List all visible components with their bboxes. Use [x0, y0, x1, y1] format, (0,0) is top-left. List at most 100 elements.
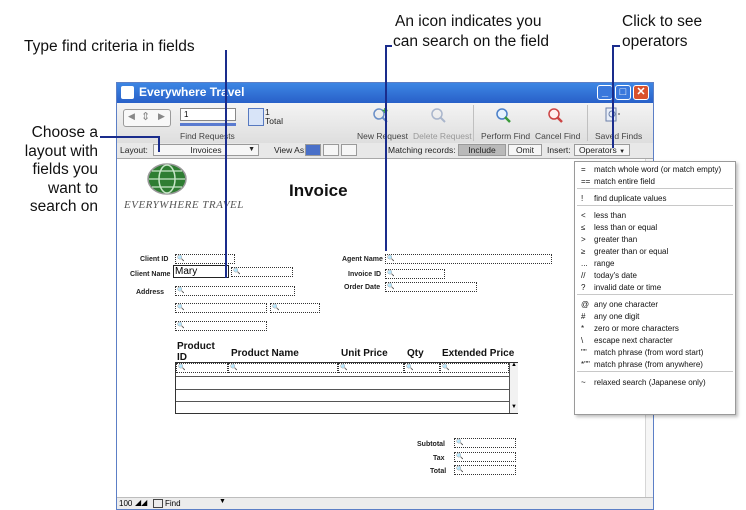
menu-separator: [577, 205, 733, 206]
status-bar: 100 ◢◢ Find ▼: [117, 497, 653, 509]
view-form-icon[interactable]: [305, 144, 321, 156]
callout-type-criteria: Type find criteria in fields: [24, 38, 195, 55]
record-slider[interactable]: [180, 123, 236, 126]
insert-label: Insert:: [547, 145, 571, 155]
operator-symbol: ?: [581, 283, 586, 292]
mode-label[interactable]: Find: [165, 499, 181, 508]
window-title: Everywhere Travel: [139, 85, 245, 99]
toolbar-divider: [473, 105, 474, 141]
operator-menu-item[interactable]: # any one digit: [581, 312, 639, 321]
next-icon[interactable]: ▶: [158, 111, 165, 122]
matching-records-label: Matching records:: [388, 145, 456, 155]
portal-product-name-field[interactable]: [228, 363, 338, 373]
status-toolbar-toggle-icon[interactable]: [153, 499, 163, 508]
include-button[interactable]: Include: [458, 144, 506, 156]
operator-menu-item[interactable]: = match whole word (or match empty): [581, 165, 721, 174]
view-table-icon[interactable]: [341, 144, 357, 156]
record-number-input[interactable]: 1: [180, 108, 236, 121]
operator-menu-item[interactable]: *"" match phrase (from anywhere): [581, 360, 703, 369]
callout-click-line1: Click to see: [622, 13, 703, 30]
operator-menu-item[interactable]: * zero or more characters: [581, 324, 679, 333]
operator-symbol: "": [581, 348, 587, 357]
operator-menu-item[interactable]: ~ relaxed search (Japanese only): [581, 378, 706, 387]
portal-extended-price-field[interactable]: [440, 363, 509, 373]
total-field[interactable]: [454, 465, 516, 475]
operator-symbol: ~: [581, 378, 586, 387]
delete-request-button[interactable]: Delete Request: [413, 131, 472, 141]
operator-menu-item[interactable]: ! find duplicate values: [581, 194, 667, 203]
client-name-field-2[interactable]: [231, 267, 293, 277]
column-qty: Qty: [407, 348, 424, 359]
client-name-input[interactable]: Mary: [173, 265, 229, 278]
operator-menu-item[interactable]: ≥ greater than or equal: [581, 247, 668, 256]
callout-layout-line4: want to: [48, 179, 98, 197]
layout-dropdown[interactable]: Invoices ▼: [153, 144, 259, 156]
view-list-icon[interactable]: [323, 144, 339, 156]
tax-label: Tax: [433, 455, 445, 462]
callout-line-layout-drop: [158, 136, 160, 152]
delete-request-icon[interactable]: [430, 107, 448, 123]
operator-menu-item[interactable]: ≤ less than or equal: [581, 223, 657, 232]
saved-finds-button[interactable]: Saved Finds: [595, 131, 642, 141]
menu-separator: [577, 371, 733, 372]
new-request-icon[interactable]: [372, 107, 390, 123]
operator-menu-item[interactable]: < less than: [581, 211, 626, 220]
callout-line-operators: [612, 45, 614, 148]
subtotal-field[interactable]: [454, 438, 516, 448]
layout-label: Layout:: [120, 145, 148, 155]
subtotal-label: Subtotal: [417, 441, 445, 448]
chevron-down-icon[interactable]: ▼: [219, 498, 226, 505]
address-field-3[interactable]: [270, 303, 320, 313]
total-label: Total: [430, 468, 447, 475]
zoom-icon[interactable]: ◢◢: [135, 498, 147, 507]
new-request-button[interactable]: New Request: [357, 131, 408, 141]
operator-menu-item[interactable]: ... range: [581, 259, 614, 268]
perform-find-icon[interactable]: [495, 107, 513, 123]
agent-name-field[interactable]: [385, 254, 552, 264]
operator-menu-item[interactable]: == match entire field: [581, 177, 655, 186]
operator-menu-item[interactable]: ? invalid date or time: [581, 283, 661, 292]
operator-menu-item[interactable]: // today's date: [581, 271, 637, 280]
operator-menu-item[interactable]: "" match phrase (from word start): [581, 348, 703, 357]
portal-product-id-field[interactable]: [176, 363, 228, 373]
tax-field[interactable]: [454, 452, 516, 462]
operator-description: less than or equal: [594, 223, 658, 232]
address-field-4[interactable]: [175, 321, 267, 331]
operator-symbol: !: [581, 194, 584, 203]
scroll-down-icon[interactable]: ▼: [511, 404, 517, 410]
portal-unit-price-field[interactable]: [338, 363, 404, 373]
client-name-label: Client Name: [130, 271, 171, 278]
operators-button[interactable]: Operators ▼: [574, 144, 630, 156]
portal-scrollbar[interactable]: ▲ ▼: [509, 362, 518, 413]
operator-symbol: ≥: [581, 247, 586, 256]
operator-menu-item[interactable]: > greater than: [581, 235, 637, 244]
omit-button[interactable]: Omit: [508, 144, 542, 156]
cancel-find-icon[interactable]: [547, 107, 565, 123]
close-button[interactable]: ✕: [633, 85, 649, 100]
prev-icon[interactable]: ◀: [128, 111, 135, 122]
minimize-button[interactable]: _: [597, 85, 613, 100]
zoom-level[interactable]: 100: [119, 499, 132, 508]
callout-layout-line1: Choose a: [31, 124, 98, 141]
address-field-1[interactable]: [175, 286, 295, 296]
operator-menu-item[interactable]: \ escape next character: [581, 336, 673, 345]
app-icon: [121, 86, 134, 99]
layout-dropdown-value: Invoices: [190, 145, 222, 155]
callout-layout: Choose a layout with fields you want to …: [8, 124, 98, 217]
invoice-heading: Invoice: [289, 181, 348, 200]
invoice-id-field[interactable]: [385, 269, 445, 279]
order-date-field[interactable]: [385, 282, 477, 292]
operator-description: invalid date or time: [594, 283, 662, 292]
book-navigator[interactable]: ◀ ⇕ ▶: [123, 109, 171, 127]
address-field-2[interactable]: [175, 303, 267, 313]
portal-row-divider: [176, 401, 509, 402]
scroll-up-icon[interactable]: ▲: [511, 362, 517, 368]
menu-separator: [577, 188, 733, 189]
operator-menu-item[interactable]: @ any one character: [581, 300, 658, 309]
cancel-find-button[interactable]: Cancel Find: [535, 131, 580, 141]
callout-line-operators-hook: [612, 45, 620, 47]
perform-find-button[interactable]: Perform Find: [481, 131, 530, 141]
maximize-button[interactable]: □: [615, 85, 631, 100]
portal-qty-field[interactable]: [404, 363, 440, 373]
total-icon: [248, 108, 264, 126]
